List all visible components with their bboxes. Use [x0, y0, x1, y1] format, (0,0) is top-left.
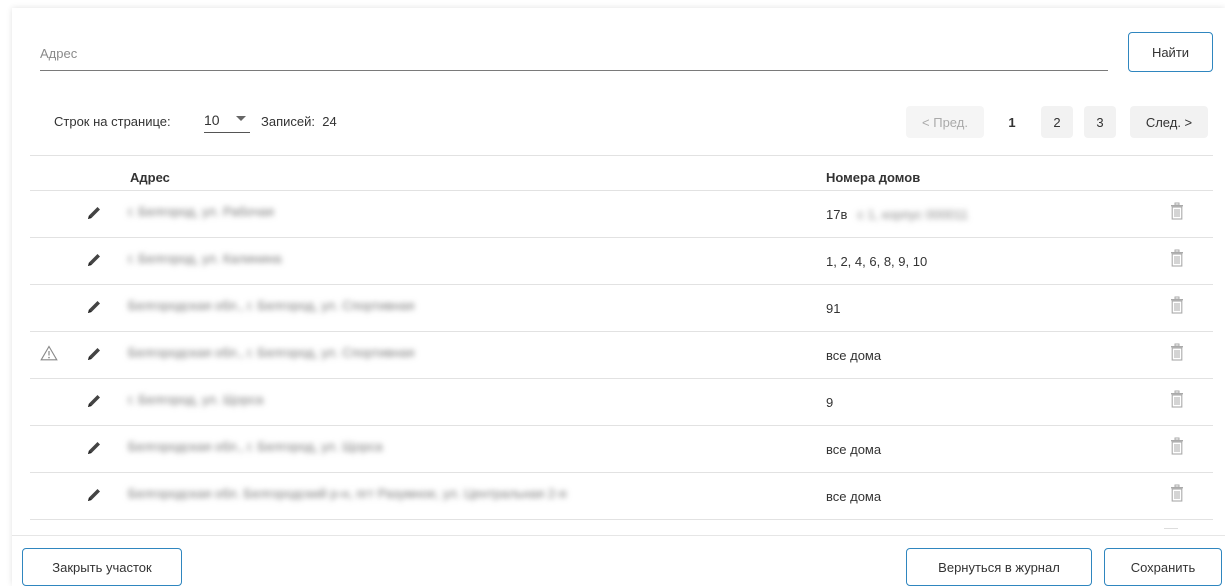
records-count: Записей: 24 [261, 114, 337, 129]
page-button-1[interactable]: 1 [996, 106, 1028, 138]
column-header-houses: Номера домов [826, 170, 921, 185]
prev-page-button[interactable]: < Пред. [906, 106, 984, 138]
address-search-field [40, 30, 1108, 71]
row-houses-value: все дома [826, 442, 882, 457]
back-to-journal-button[interactable]: Вернуться в журнал [906, 548, 1092, 586]
row-address: Белгородская обл., г. Белгород, ул. Спор… [128, 345, 415, 360]
page-button-3[interactable]: 3 [1084, 106, 1116, 138]
table-row: Белгородская обл., г. Белгород, ул. Щорс… [30, 425, 1213, 473]
edit-pencil-icon[interactable] [86, 299, 102, 315]
warning-icon [40, 345, 58, 363]
row-houses-value: все дома [826, 348, 882, 363]
page-button-2[interactable]: 2 [1041, 106, 1073, 138]
row-houses-value: 9 [826, 395, 834, 410]
table-row: г. Белгород, ул. Щорса 9 [30, 378, 1213, 426]
column-header-address: Адрес [130, 170, 170, 185]
row-houses-value: 91 [826, 301, 841, 316]
row-houses: 9 [826, 395, 833, 410]
footer-bar: Закрыть участок Вернуться в журнал Сохра… [12, 535, 1225, 586]
row-address: г. Белгород, ул. Калинина [128, 251, 282, 266]
row-address: Белгородская обл. Белгородский р-н, пгт … [128, 486, 567, 501]
row-houses: все дома [826, 348, 881, 363]
table-row: Белгородская обл. Белгородский р-н, пгт … [30, 472, 1213, 520]
save-button[interactable]: Сохранить [1104, 548, 1222, 586]
row-houses: все дома [826, 489, 881, 504]
close-district-button[interactable]: Закрыть участок [22, 548, 182, 586]
edit-pencil-icon[interactable] [86, 252, 102, 268]
table-row: г. Белгород, ул. Калинина 1, 2, 4, 6, 8, … [30, 237, 1213, 285]
rows-per-page-label: Строк на странице: [54, 114, 171, 129]
next-page-button[interactable]: След. > [1130, 106, 1208, 138]
dropdown-arrow-icon [236, 116, 246, 121]
row-houses-value: 17в [826, 207, 848, 222]
row-houses-extra: с 1, корпус 000011 [857, 207, 969, 222]
find-button[interactable]: Найти [1128, 32, 1213, 72]
delete-trash-icon[interactable] [1170, 437, 1186, 455]
row-address: Белгородская обл., г. Белгород, ул. Щорс… [128, 439, 383, 454]
edit-pencil-icon[interactable] [86, 346, 102, 362]
row-houses: 91 [826, 301, 840, 316]
edit-pencil-icon[interactable] [86, 393, 102, 409]
delete-trash-icon[interactable] [1170, 202, 1186, 220]
delete-trash-icon[interactable] [1170, 343, 1186, 361]
scroll-fade [1164, 528, 1178, 535]
table-row: г. Белгород, ул. Рабочая 17в с 1, корпус 0… [30, 190, 1213, 238]
row-houses: 17в с 1, корпус 000011 [826, 207, 968, 222]
table-header: Адрес Номера домов [30, 155, 1213, 191]
rows-per-page-select[interactable]: 10 [204, 110, 250, 133]
records-label: Записей: [261, 114, 315, 129]
table-row: Белгородская обл., г. Белгород, ул. Спор… [30, 284, 1213, 332]
address-search-input[interactable] [40, 46, 1108, 61]
records-value: 24 [322, 114, 337, 129]
delete-trash-icon[interactable] [1170, 390, 1186, 408]
row-address: г. Белгород, ул. Рабочая [128, 204, 274, 219]
delete-trash-icon[interactable] [1170, 296, 1186, 314]
row-address: Белгородская обл., г. Белгород, ул. Спор… [128, 298, 415, 313]
edit-pencil-icon[interactable] [86, 205, 102, 221]
row-houses: 1, 2, 4, 6, 8, 9, 10 [826, 254, 927, 269]
edit-pencil-icon[interactable] [86, 440, 102, 456]
row-houses-value: все дома [826, 489, 882, 504]
delete-trash-icon[interactable] [1170, 249, 1186, 267]
edit-pencil-icon[interactable] [86, 487, 102, 503]
row-houses-value: 1, 2, 4, 6, 8, 9, 10 [826, 254, 928, 269]
row-address: г. Белгород, ул. Щорса [128, 392, 264, 407]
row-houses: все дома [826, 442, 881, 457]
rows-per-page-value: 10 [204, 112, 220, 128]
table-row: Белгородская обл., г. Белгород, ул. Спор… [30, 331, 1213, 379]
delete-trash-icon[interactable] [1170, 484, 1186, 502]
